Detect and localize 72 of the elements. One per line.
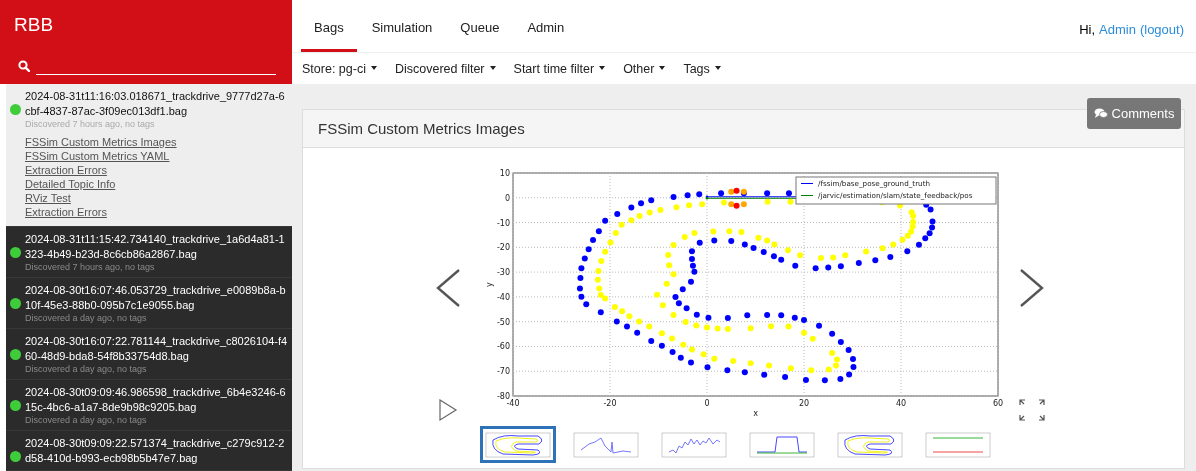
fullscreen-icon[interactable] xyxy=(1018,398,1045,422)
tick-label: 60 xyxy=(992,399,1003,408)
axis-label: y xyxy=(484,282,494,287)
tick-label: 40 xyxy=(895,399,906,408)
logout-link[interactable]: (logout) xyxy=(1139,22,1184,37)
tick-label: 10 xyxy=(499,169,510,178)
tick-label: -20 xyxy=(602,399,617,408)
nav-tab[interactable]: Simulation xyxy=(358,20,446,52)
caret-icon xyxy=(659,65,666,70)
tick-label: -50 xyxy=(496,317,510,327)
bag-meta: Discovered a day ago, no tags xyxy=(25,415,147,426)
tick-label: -70 xyxy=(496,367,510,377)
nav-tab[interactable]: Queue xyxy=(447,20,513,52)
tick-label: 20 xyxy=(798,399,809,408)
nav-tab[interactable]: Admin xyxy=(514,20,578,52)
next-icon[interactable] xyxy=(1018,268,1045,308)
status-dot xyxy=(10,451,21,462)
bag-meta: Discovered 7 hours ago, no tags xyxy=(25,262,155,273)
thumbnail[interactable] xyxy=(479,426,556,463)
legend-line xyxy=(800,183,813,184)
search-icon xyxy=(18,59,30,72)
report-link[interactable]: RViz Test xyxy=(25,191,71,205)
greeting-text: Hi, xyxy=(1079,22,1096,37)
axis-label: x xyxy=(752,409,758,416)
tick-label: -30 xyxy=(496,268,510,278)
report-link[interactable]: FSSim Custom Metrics YAML xyxy=(25,149,170,163)
tick-label: 0 xyxy=(504,193,510,203)
previous-icon[interactable] xyxy=(434,268,461,308)
report-link[interactable]: FSSim Custom Metrics Images xyxy=(25,135,177,149)
bag-name: 2024-08-30t09:09:22.571374_trackdrive_c279c912-2d58-410d-b993-ecb98b5b47e7.bag xyxy=(25,436,286,466)
bag-meta: Discovered a day ago, no tags xyxy=(25,364,147,375)
status-dot xyxy=(10,104,21,115)
status-dot xyxy=(10,349,21,360)
caret-icon xyxy=(489,65,496,70)
nav-tab[interactable]: Bags xyxy=(301,20,357,52)
filter-dropdown[interactable]: Other xyxy=(623,61,666,76)
bag-meta: Discovered 7 hours ago, no tags xyxy=(25,119,155,130)
status-dot xyxy=(10,247,21,258)
comments-button[interactable]: Comments xyxy=(1087,98,1181,129)
filter-dropdown[interactable]: Start time filter xyxy=(513,61,606,76)
filter-dropdown[interactable]: Tags xyxy=(683,61,721,76)
tick-label: -60 xyxy=(496,342,510,352)
tick-label: 0 xyxy=(703,399,710,408)
filter-dropdown[interactable]: Store: pg-ci xyxy=(302,61,377,76)
tick-label: -40 xyxy=(505,399,520,408)
caret-icon xyxy=(714,65,721,70)
status-dot xyxy=(10,298,21,309)
tick-label: -10 xyxy=(496,218,510,228)
bag-item[interactable]: 2024-08-30t09:09:22.571374_trackdrive_c279c912-2d58-410d-b993-ecb98b5b47e7.bag xyxy=(6,431,292,471)
comment-icon xyxy=(1093,108,1108,119)
status-dot xyxy=(10,400,21,411)
caret-icon xyxy=(370,65,377,70)
play-icon[interactable] xyxy=(437,398,458,422)
report-link[interactable]: Extraction Errors xyxy=(25,205,107,219)
panel-title: FSSim Custom Metrics Images xyxy=(318,120,525,137)
bag-item[interactable] xyxy=(6,84,292,227)
bag-meta: Discovered a day ago, no tags xyxy=(25,313,147,324)
bag-name: 2024-08-30t16:07:46.053729_trackdrive_e0089b8a-b10f-45e3-88b0-095b7c1e9055.bag xyxy=(25,283,287,313)
bag-name: 2024-08-31t11:15:42.734140_trackdrive_1a6d4a81-1323-4b49-b23d-8c6cb86a2867.bag xyxy=(25,232,286,262)
tick-label: -20 xyxy=(496,243,510,253)
bag-name: 2024-08-30t16:07:22.781144_trackdrive_c8026104-f460-48d9-bda8-54f8b33754d8.bag xyxy=(25,334,289,364)
caret-icon xyxy=(599,65,606,70)
bag-name: 2024-08-30t09:09:46.986598_trackdrive_6b4e3246-615c-4bc6-a1a7-8de9b98c9205.bag xyxy=(25,385,287,415)
bag-name: 2024-08-31t11:16:03.018671_trackdrive_9777d27a-6cbf-4837-87ac-3f09ec013df1.bag xyxy=(25,89,286,119)
tick-label: -40 xyxy=(496,292,510,302)
report-link[interactable]: Extraction Errors xyxy=(25,163,107,177)
filter-dropdown[interactable]: Discovered filter xyxy=(394,61,496,76)
tick-label: -80 xyxy=(496,392,510,401)
legend-line xyxy=(800,195,813,196)
app-title: RBB xyxy=(14,14,54,36)
report-link[interactable]: Detailed Topic Info xyxy=(25,177,116,191)
user-link[interactable]: Admin xyxy=(1099,22,1136,37)
